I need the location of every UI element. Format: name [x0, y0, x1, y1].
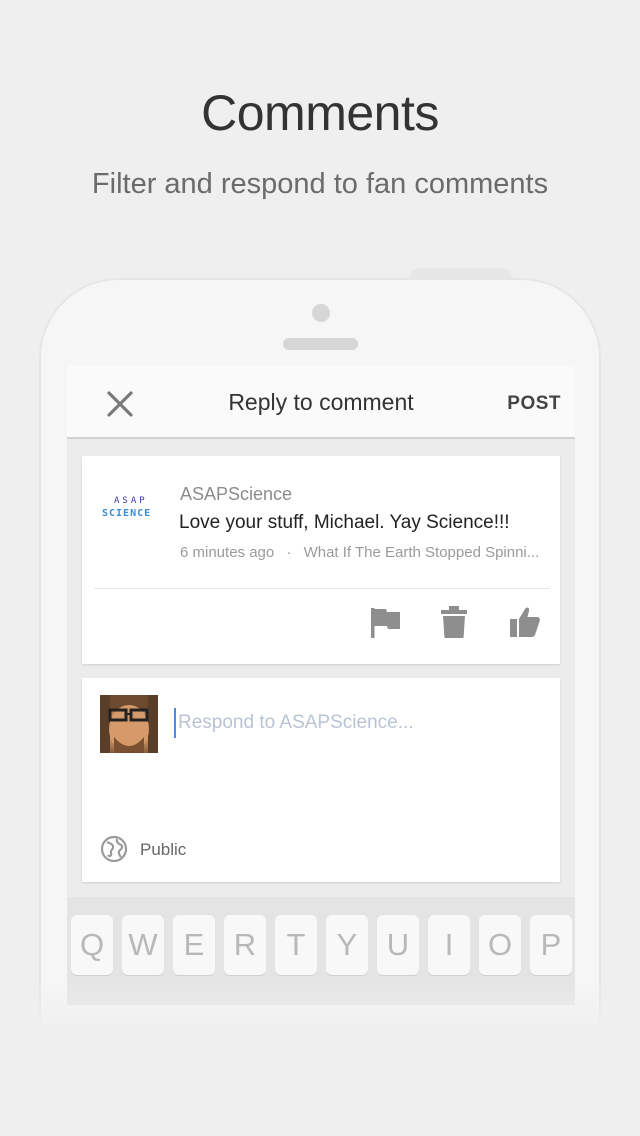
comment-meta: 6 minutes ago · What If The Earth Stoppe… [180, 544, 539, 561]
phone-camera [312, 304, 330, 322]
reply-header: Reply to comment POST [67, 365, 575, 439]
delete-button[interactable] [437, 604, 471, 640]
like-button[interactable] [508, 604, 542, 640]
key-i[interactable]: I [428, 915, 470, 975]
key-o[interactable]: O [479, 915, 521, 975]
avatar-face [100, 695, 158, 753]
comment-card: ASAP SCIENCE ASAPScience Love your stuff… [82, 456, 560, 664]
promo-subtitle: Filter and respond to fan comments [91, 168, 549, 200]
key-q[interactable]: Q [71, 915, 113, 975]
key-u[interactable]: U [377, 915, 419, 975]
channel-logo[interactable]: ASAP SCIENCE [100, 482, 164, 528]
avatar [100, 695, 158, 753]
key-w[interactable]: W [122, 915, 164, 975]
comment-text: Love your stuff, Michael. Yay Science!!! [179, 512, 510, 533]
visibility-label: Public [140, 840, 187, 859]
key-p[interactable]: P [530, 915, 572, 975]
post-button[interactable]: POST [507, 393, 561, 415]
bottom-fade [30, 980, 610, 1050]
key-y[interactable]: Y [326, 915, 368, 975]
meta-separator: · [286, 544, 292, 561]
phone-screen: Reply to comment POST ASAP SCIENCE ASAPS… [67, 365, 575, 1005]
video-title-link[interactable]: What If The Earth Stopped Spinni... [304, 544, 540, 561]
logo-text-top: ASAP [114, 496, 148, 506]
phone-speaker [283, 338, 358, 350]
flag-icon [371, 608, 400, 638]
globe-icon [100, 835, 128, 863]
divider [94, 588, 550, 589]
comment-time: 6 minutes ago [180, 544, 275, 561]
key-t[interactable]: T [275, 915, 317, 975]
reply-card: Public [82, 678, 560, 882]
thumbs-up-icon [510, 607, 540, 637]
reply-input[interactable] [174, 708, 550, 738]
flag-button[interactable] [368, 604, 402, 640]
promo-title: Comments [201, 85, 439, 141]
logo-text-bottom: SCIENCE [102, 508, 152, 519]
header-title: Reply to comment [228, 389, 414, 415]
key-e[interactable]: E [173, 915, 215, 975]
trash-icon [441, 606, 467, 638]
comment-author[interactable]: ASAPScience [180, 484, 292, 505]
key-r[interactable]: R [224, 915, 266, 975]
